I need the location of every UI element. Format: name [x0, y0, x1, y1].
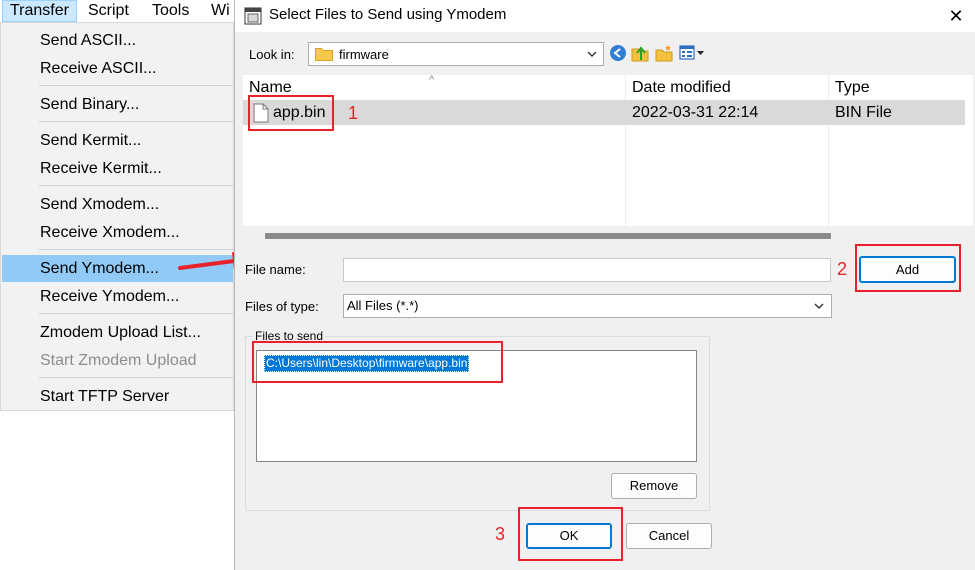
folder-icon	[315, 48, 333, 61]
horizontal-scrollbar[interactable]	[265, 233, 831, 239]
annotation-box-ok	[518, 507, 623, 561]
back-icon[interactable]	[609, 44, 627, 62]
filetype-select[interactable]: All Files (*.*)	[343, 294, 832, 318]
annotation-box-file	[248, 95, 334, 131]
column-header-date[interactable]: Date modified	[626, 75, 731, 100]
menu-item-send-ascii[interactable]: Send ASCII...	[2, 27, 233, 54]
lookin-value: firmware	[339, 47, 389, 62]
sort-ascending-icon: ^	[429, 74, 435, 86]
menu-item-zmodem-upload-list[interactable]: Zmodem Upload List...	[2, 319, 233, 346]
select-files-dialog: Select Files to Send using Ymodem ✕ Look…	[234, 0, 975, 570]
transfer-dropdown-menu: Send ASCII... Receive ASCII... Send Bina…	[0, 22, 234, 411]
file-type: BIN File	[835, 104, 892, 121]
annotation-number-1: 1	[348, 103, 359, 123]
menu-tools[interactable]: Tools	[145, 0, 196, 22]
menu-item-send-binary[interactable]: Send Binary...	[2, 91, 233, 118]
menu-separator	[39, 313, 233, 314]
remove-button[interactable]: Remove	[611, 473, 697, 499]
new-folder-icon[interactable]	[655, 44, 673, 62]
annotation-number-2: 2	[837, 259, 848, 279]
up-folder-icon[interactable]	[631, 44, 649, 62]
menu-window[interactable]: Wi	[204, 0, 237, 22]
menu-separator	[39, 85, 233, 86]
menu-item-receive-xmodem[interactable]: Receive Xmodem...	[2, 219, 233, 246]
annotation-box-add	[855, 244, 961, 292]
dropdown-arrow-icon	[814, 303, 824, 309]
menu-item-start-tftp-server[interactable]: Start TFTP Server	[2, 383, 233, 410]
lookin-combo[interactable]: firmware	[308, 42, 604, 66]
filetype-label: Files of type:	[245, 299, 319, 314]
menu-transfer[interactable]: Transfer	[2, 0, 77, 22]
column-header-type[interactable]: Type	[829, 75, 870, 100]
dialog-titlebar: Select Files to Send using Ymodem ✕	[235, 0, 975, 32]
menu-item-send-kermit[interactable]: Send Kermit...	[2, 127, 233, 154]
file-date: 2022-03-31 22:14	[632, 104, 759, 121]
menu-separator	[39, 377, 233, 378]
close-icon[interactable]: ✕	[937, 0, 975, 32]
filename-input[interactable]	[343, 258, 831, 282]
filename-label: File name:	[245, 262, 306, 277]
app-window-icon	[244, 7, 262, 25]
menu-item-receive-kermit[interactable]: Receive Kermit...	[2, 155, 233, 182]
filetype-value: All Files (*.*)	[347, 298, 419, 313]
menu-separator	[39, 185, 233, 186]
cancel-button[interactable]: Cancel	[626, 523, 712, 549]
menu-item-start-zmodem-upload: Start Zmodem Upload	[40, 352, 197, 369]
menu-script[interactable]: Script	[81, 0, 136, 22]
dropdown-arrow-icon	[587, 51, 597, 57]
menu-item-receive-ymodem[interactable]: Receive Ymodem...	[2, 283, 233, 310]
annotation-number-3: 3	[495, 524, 506, 544]
annotation-box-send-list	[252, 341, 503, 383]
file-list[interactable]: Name ^ Date modified Type app.bin 2022-0…	[243, 74, 973, 226]
lookin-label: Look in:	[249, 47, 295, 62]
view-menu-icon[interactable]	[679, 44, 705, 62]
menu-separator	[39, 121, 233, 122]
menu-item-send-xmodem[interactable]: Send Xmodem...	[2, 191, 233, 218]
dialog-title: Select Files to Send using Ymodem	[269, 6, 507, 23]
menu-bar: Transfer Script Tools Wi	[0, 0, 240, 22]
menu-item-receive-ascii[interactable]: Receive ASCII...	[2, 55, 233, 82]
